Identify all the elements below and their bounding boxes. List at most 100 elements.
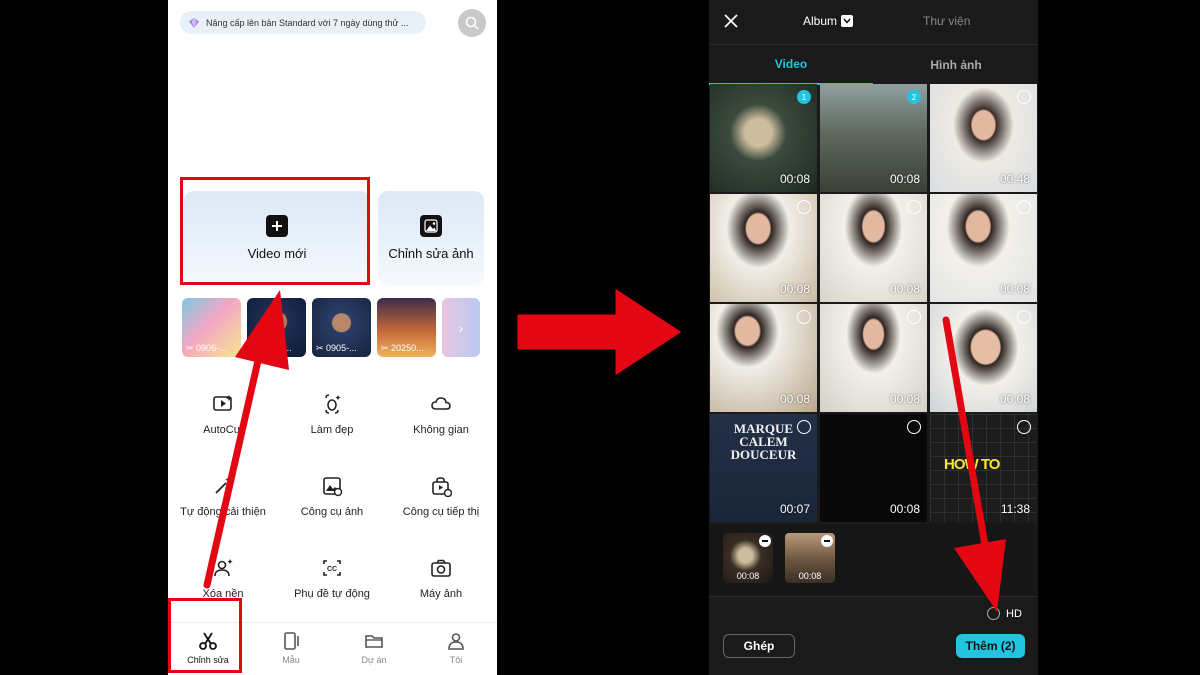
add-button[interactable]: Thêm (2) [956, 634, 1025, 658]
highlight-box-edit-tab [168, 598, 242, 673]
picker-header: Album Thư viện [709, 0, 1038, 44]
media-grid-item[interactable]: 2 00:08 [820, 84, 927, 192]
photo-tool-icon [323, 477, 343, 497]
selection-circle[interactable] [907, 420, 921, 434]
tool-photo[interactable]: Công cụ ảnh [277, 475, 387, 518]
video-duration: 00:48 [999, 172, 1030, 186]
merge-button[interactable]: Ghép [723, 634, 795, 658]
more-projects-button[interactable]: › [442, 298, 480, 357]
recent-project-thumb[interactable]: ✂ 0905-... [312, 298, 371, 357]
caption-icon: CC [323, 560, 341, 576]
tab-photo[interactable]: Hình ảnh [874, 45, 1038, 85]
tool-label: Công cụ tiếp thị [402, 506, 480, 518]
right-arrow-icon [514, 283, 686, 381]
selected-item-thumb[interactable]: 00:08 [723, 533, 773, 583]
selection-circle[interactable] [797, 420, 811, 434]
recent-project-thumb[interactable]: ✂ 0905-... [247, 298, 306, 357]
tool-autocut[interactable]: AutoCut [168, 393, 278, 436]
nav-projects[interactable]: Dự án [339, 631, 409, 665]
remove-minus-icon[interactable] [759, 535, 771, 547]
tool-label: Không gian [413, 424, 469, 436]
edit-photo-label: Chỉnh sửa ảnh [388, 246, 474, 261]
media-grid-item[interactable]: 00:08 [710, 304, 817, 412]
media-grid-item[interactable]: 1 00:08 [710, 84, 817, 192]
folder-icon [365, 635, 383, 648]
upgrade-banner[interactable]: Nâng cấp lên bản Standard với 7 ngày dùn… [180, 11, 426, 34]
radio-icon [987, 607, 1000, 620]
media-grid-item[interactable]: 00:08 [820, 304, 927, 412]
selection-badge[interactable]: 2 [907, 90, 921, 104]
chevron-right-icon: › [458, 319, 464, 336]
selection-circle[interactable] [1017, 90, 1031, 104]
tool-label: Công cụ ảnh [300, 506, 364, 518]
media-grid-item[interactable]: MARQUE CALEM DOUCEUR 00:07 [710, 414, 817, 522]
highlight-box-new-video [180, 177, 370, 285]
selection-badge[interactable]: 1 [797, 90, 811, 104]
tool-label: Máy ảnh [419, 588, 463, 600]
selection-circle[interactable] [907, 200, 921, 214]
media-grid-item[interactable]: 00:48 [930, 84, 1037, 192]
video-duration: 00:08 [736, 571, 760, 581]
hd-toggle[interactable]: HD [987, 607, 1022, 620]
search-button[interactable] [458, 9, 486, 37]
remove-bg-icon [214, 559, 233, 577]
tool-label: Tự động cải thiện [180, 506, 266, 518]
remove-minus-icon[interactable] [821, 535, 833, 547]
edit-photo-button[interactable]: Chỉnh sửa ảnh [378, 191, 484, 285]
selection-circle[interactable] [797, 200, 811, 214]
nav-label: Mẫu [282, 655, 300, 665]
media-grid-item[interactable]: 00:08 [820, 414, 927, 522]
recent-project-label: ✂ 0905-... [316, 343, 357, 353]
thumb-art [188, 306, 191, 316]
recent-project-label: ✂ 0905-... [251, 343, 292, 353]
tool-remove-bg[interactable]: Xóa nền [168, 557, 278, 600]
right-phone-screen: Album Thư viện Video Hình ảnh 1 00:08 2 … [709, 0, 1038, 675]
upgrade-banner-text: Nâng cấp lên bản Standard với 7 ngày dùn… [206, 17, 409, 28]
recent-projects-strip: ✂ 0906-... ✂ 0905-... ✂ 0905-... ✂ 20250… [182, 298, 497, 358]
magic-wand-icon [215, 477, 233, 494]
svg-text:CC: CC [327, 566, 337, 573]
video-duration: 00:08 [889, 502, 920, 516]
nav-templates[interactable]: Mẫu [256, 631, 326, 665]
selection-circle[interactable] [1017, 420, 1031, 434]
video-duration: 00:08 [889, 392, 920, 406]
nav-label: Dự án [361, 655, 387, 665]
selection-circle[interactable] [907, 310, 921, 324]
tool-space[interactable]: Không gian [386, 393, 496, 436]
video-duration: 00:07 [779, 502, 810, 516]
tool-camera[interactable]: Máy ảnh [386, 557, 496, 600]
image-icon [420, 215, 442, 237]
tab-video[interactable]: Video [709, 45, 873, 85]
library-tab[interactable]: Thư viện [923, 14, 970, 28]
video-duration: 00:08 [889, 282, 920, 296]
video-duration: 00:08 [779, 282, 810, 296]
album-label: Album [803, 14, 838, 28]
media-grid-item[interactable]: 00:08 [820, 194, 927, 302]
picker-footer: HD Ghép Thêm (2) [709, 596, 1038, 675]
selection-circle[interactable] [1017, 200, 1031, 214]
search-icon [465, 16, 479, 30]
media-grid-item[interactable]: HOW TO 11:38 [930, 414, 1037, 522]
recent-project-thumb[interactable]: ✂ 0906-... [182, 298, 241, 357]
tool-auto-caption[interactable]: CC Phụ đề tự động [277, 557, 387, 600]
recent-project-thumb[interactable]: ✂ 20250... [377, 298, 436, 357]
recent-project-label: ✂ 20250... [381, 343, 424, 353]
media-grid-item[interactable]: 00:08 [930, 304, 1037, 412]
close-icon[interactable] [723, 13, 739, 29]
chevron-down-icon [841, 15, 854, 27]
autocut-icon [213, 395, 232, 411]
tool-beauty[interactable]: Làm đẹp [277, 393, 387, 436]
cloud-icon [431, 397, 451, 410]
nav-me[interactable]: Tôi [421, 631, 491, 665]
album-dropdown[interactable]: Album [803, 14, 854, 28]
selection-circle[interactable] [1017, 310, 1031, 324]
thumbnail-overlay-text: HOW TO [944, 456, 1000, 473]
media-grid-item[interactable]: 00:08 [930, 194, 1037, 302]
selection-circle[interactable] [797, 310, 811, 324]
beauty-icon [325, 394, 341, 414]
selected-item-thumb[interactable]: 00:08 [785, 533, 835, 583]
tool-marketing[interactable]: Công cụ tiếp thị [386, 475, 496, 518]
tool-auto-enhance[interactable]: Tự động cải thiện [168, 475, 278, 518]
video-duration: 00:08 [779, 172, 810, 186]
media-grid-item[interactable]: 00:08 [710, 194, 817, 302]
